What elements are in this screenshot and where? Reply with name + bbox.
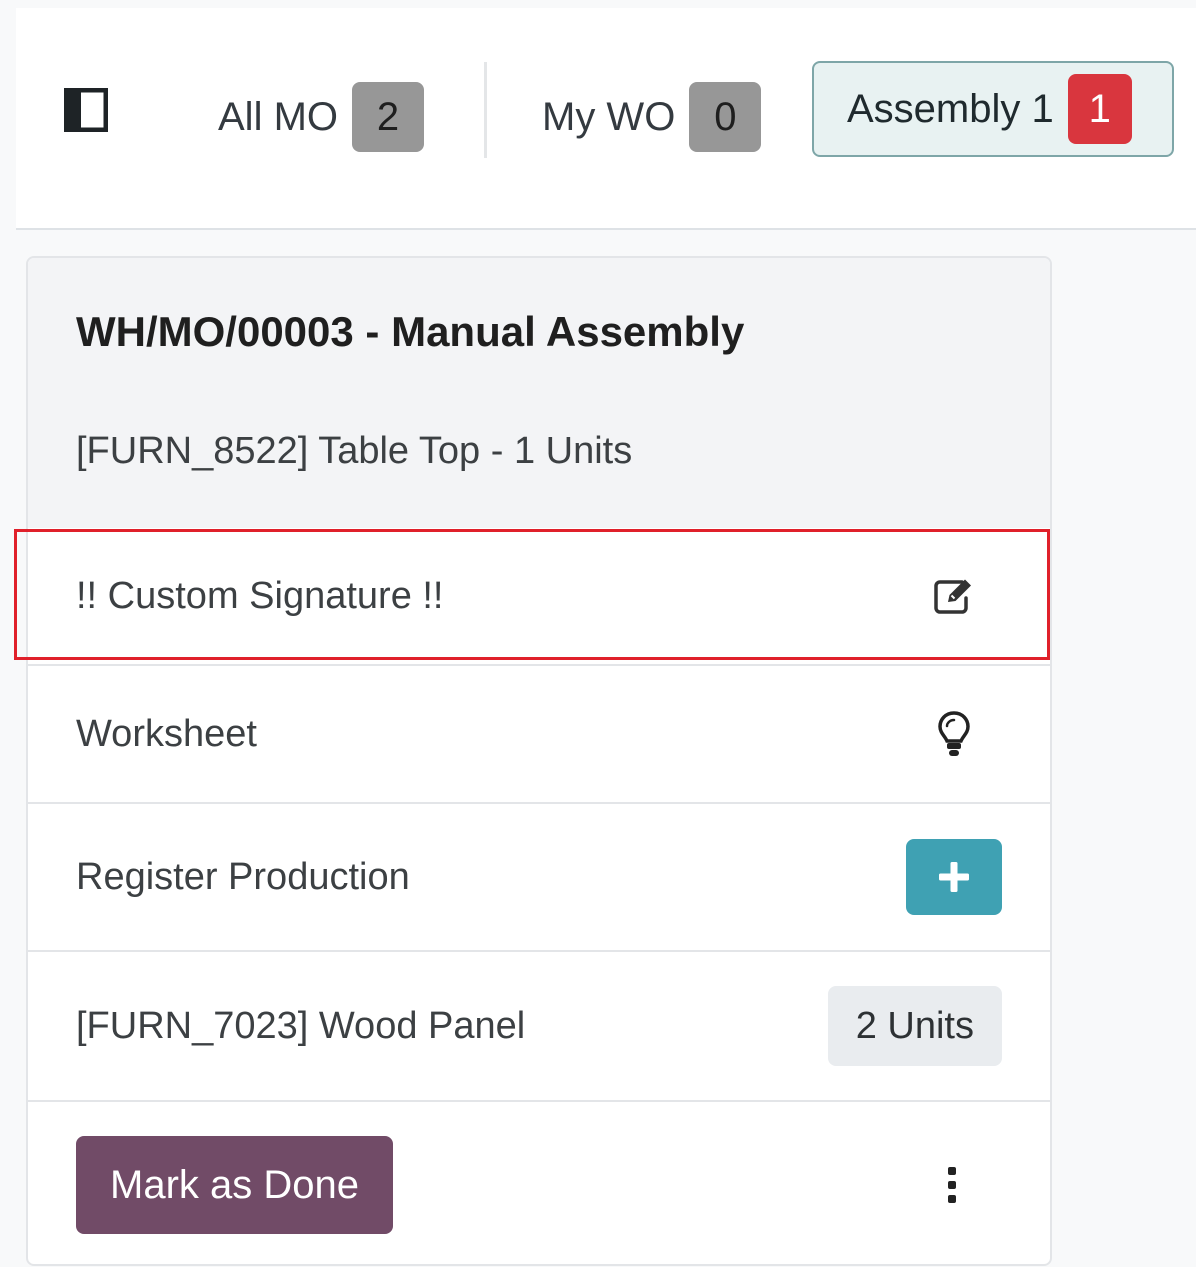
- lightbulb-icon[interactable]: [926, 706, 982, 762]
- register-production-button[interactable]: [906, 839, 1002, 915]
- mark-as-done-button[interactable]: Mark as Done: [76, 1136, 393, 1234]
- tab-my-wo[interactable]: My WO 0: [542, 82, 762, 152]
- step-custom-signature[interactable]: !! Custom Signature !!: [28, 528, 1050, 664]
- component-row[interactable]: [FURN_7023] Wood Panel 2 Units: [28, 950, 1050, 1100]
- component-name: [FURN_7023] Wood Panel: [76, 1004, 526, 1047]
- tab-divider: [484, 62, 487, 158]
- kebab-menu-icon[interactable]: [932, 1155, 972, 1215]
- kebab-dot: [948, 1181, 956, 1189]
- count-badge: 2: [352, 82, 424, 152]
- kebab-dot: [948, 1167, 956, 1175]
- count-badge: 0: [689, 82, 762, 152]
- manufacturing-order-card: WH/MO/00003 - Manual Assembly [FURN_8522…: [26, 256, 1052, 1266]
- kebab-dot: [948, 1195, 956, 1203]
- count-badge: 1: [1067, 74, 1132, 144]
- step-label: !! Custom Signature !!: [76, 574, 444, 617]
- quantity-badge[interactable]: 2 Units: [827, 986, 1002, 1066]
- step-register-production[interactable]: Register Production: [28, 802, 1050, 950]
- card-footer: Mark as Done: [28, 1100, 1050, 1264]
- step-label: Worksheet: [76, 712, 257, 755]
- tab-label: All MO: [218, 94, 338, 139]
- edit-icon[interactable]: [926, 568, 982, 624]
- plus-icon: [939, 862, 969, 892]
- card-header[interactable]: WH/MO/00003 - Manual Assembly [FURN_8522…: [28, 258, 1050, 528]
- tab-label: Assembly 1: [847, 86, 1054, 131]
- tab-all-mo[interactable]: All MO 2: [218, 82, 424, 152]
- sidebar-toggle-icon[interactable]: [64, 88, 108, 132]
- tab-assembly-1[interactable]: Assembly 1 1: [812, 61, 1174, 157]
- step-worksheet[interactable]: Worksheet: [28, 664, 1050, 802]
- order-title: WH/MO/00003 - Manual Assembly: [76, 308, 745, 355]
- tab-label: My WO: [542, 94, 676, 139]
- step-label: Register Production: [76, 855, 410, 898]
- product-line: [FURN_8522] Table Top - 1 Units: [76, 430, 633, 472]
